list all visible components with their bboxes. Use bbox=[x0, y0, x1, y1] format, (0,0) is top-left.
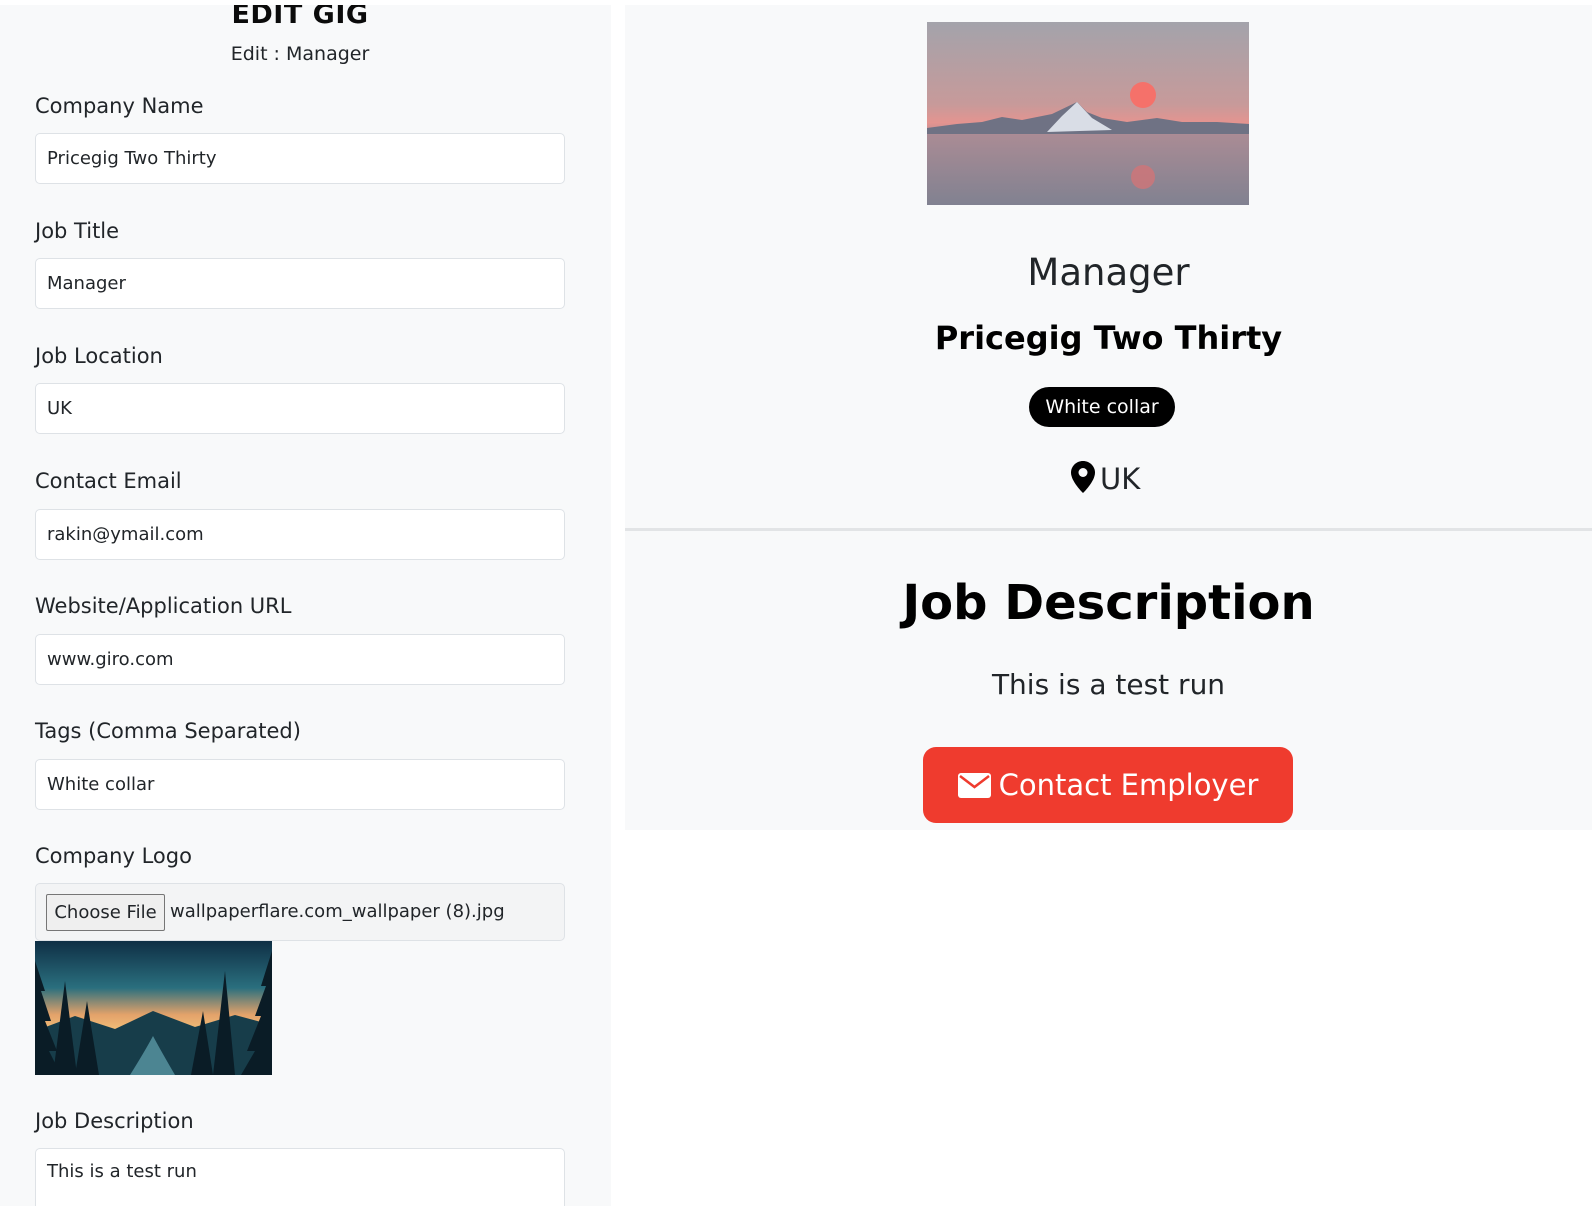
tag-badge: White collar bbox=[1029, 387, 1175, 427]
location-text: UK bbox=[1100, 462, 1141, 496]
tags-input[interactable] bbox=[35, 759, 565, 810]
map-marker-icon bbox=[1071, 461, 1095, 497]
iceberg-sunset-image bbox=[927, 22, 1249, 205]
job-description-label: Job Description bbox=[35, 1109, 194, 1133]
preview-location: UK bbox=[1071, 461, 1140, 497]
form-title: EDIT GIG bbox=[231, 5, 369, 30]
contact-employer-label: Contact Employer bbox=[998, 768, 1259, 802]
preview-job-title: Manager bbox=[1027, 251, 1190, 294]
form-subtitle: Edit : Manager bbox=[230, 43, 370, 65]
company-logo-label: Company Logo bbox=[35, 844, 192, 868]
gig-preview: Manager Pricegig Two Thirty White collar… bbox=[625, 5, 1592, 830]
edit-gig-form: EDIT GIG Edit : Manager Company Name Job… bbox=[0, 5, 611, 1206]
envelope-icon bbox=[957, 772, 991, 798]
selected-file-name: wallpaperflare.com_wallpaper (8).jpg bbox=[170, 901, 505, 922]
company-logo-file-input[interactable]: Choose File wallpaperflare.com_wallpaper… bbox=[35, 883, 565, 941]
contact-employer-button[interactable]: Contact Employer bbox=[923, 747, 1293, 823]
description-heading: Job Description bbox=[902, 575, 1315, 631]
company-logo-preview bbox=[35, 941, 272, 1075]
description-text: This is a test run bbox=[991, 668, 1226, 701]
company-name-input[interactable] bbox=[35, 133, 565, 184]
forest-sunset-image bbox=[35, 941, 272, 1075]
website-label: Website/Application URL bbox=[35, 594, 292, 618]
job-location-input[interactable] bbox=[35, 383, 565, 434]
job-description-textarea[interactable]: This is a test run bbox=[35, 1148, 565, 1206]
preview-company-name: Pricegig Two Thirty bbox=[934, 319, 1283, 357]
job-title-input[interactable] bbox=[35, 258, 565, 309]
section-divider bbox=[625, 528, 1592, 531]
company-banner-image bbox=[927, 22, 1249, 205]
contact-email-label: Contact Email bbox=[35, 469, 182, 493]
company-name-label: Company Name bbox=[35, 94, 204, 118]
contact-email-input[interactable] bbox=[35, 509, 565, 560]
choose-file-button[interactable]: Choose File bbox=[46, 894, 165, 931]
website-input[interactable] bbox=[35, 634, 565, 685]
tags-label: Tags (Comma Separated) bbox=[35, 719, 301, 743]
job-title-label: Job Title bbox=[35, 219, 120, 243]
job-location-label: Job Location bbox=[35, 344, 163, 368]
